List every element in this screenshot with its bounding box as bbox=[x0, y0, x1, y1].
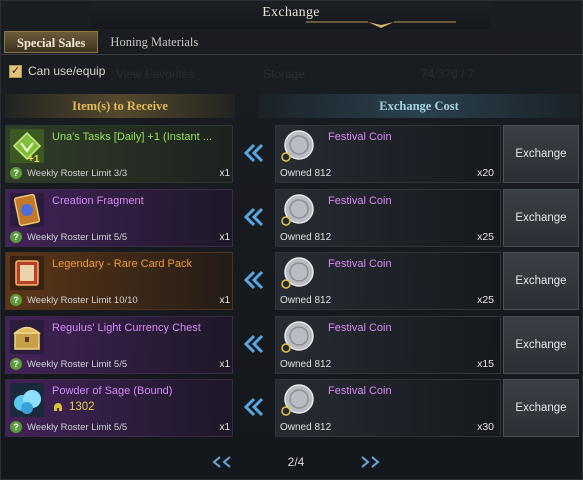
receive-panel: +1 Una's Tasks [Daily] +1 (Instant ... ?… bbox=[5, 125, 233, 183]
limit-row: ? Weekly Roster Limit 5/5 x1 bbox=[10, 231, 230, 243]
pagination: 2/4 bbox=[211, 450, 381, 474]
page-indicator: 2/4 bbox=[287, 455, 305, 469]
exchange-button[interactable]: Exchange bbox=[503, 189, 579, 247]
owned-count: Owned 812 bbox=[280, 295, 332, 306]
icon-badge: +1 bbox=[28, 154, 40, 163]
roster-limit: Weekly Roster Limit 10/10 bbox=[27, 294, 138, 306]
double-chevron-left-icon bbox=[243, 207, 264, 227]
item-name: Creation Fragment bbox=[52, 195, 144, 207]
exchange-row: Creation Fragment ? Weekly Roster Limit … bbox=[5, 189, 579, 247]
exchange-button[interactable]: Exchange bbox=[503, 316, 579, 374]
owned-count: Owned 812 bbox=[280, 422, 332, 433]
roster-limit: Weekly Roster Limit 3/3 bbox=[27, 167, 128, 179]
cost-quantity: x20 bbox=[477, 167, 494, 179]
limit-row: ? Weekly Roster Limit 3/3 x1 bbox=[10, 167, 230, 179]
checkmark-icon[interactable]: ✓ bbox=[9, 64, 22, 78]
cost-quantity: x30 bbox=[477, 421, 494, 433]
tab-bar: Special Sales Honing Materials bbox=[1, 31, 210, 53]
festival-coin-icon bbox=[281, 130, 314, 162]
double-chevron-left-icon bbox=[243, 334, 264, 354]
cost-quantity: x25 bbox=[477, 231, 494, 243]
owned-amount-value: 1302 bbox=[69, 401, 95, 413]
help-icon[interactable]: ? bbox=[10, 231, 22, 243]
item-name: Powder of Sage (Bound) bbox=[52, 385, 173, 397]
ghost-text: Storage bbox=[263, 67, 306, 81]
cost-panel: Festival Coin Owned 812 x25 bbox=[275, 252, 501, 310]
receive-quantity: x1 bbox=[219, 421, 230, 433]
help-icon[interactable]: ? bbox=[10, 358, 22, 370]
receive-quantity: x1 bbox=[219, 294, 230, 306]
festival-coin-icon bbox=[281, 321, 314, 353]
cost-quantity: x25 bbox=[477, 294, 494, 306]
owned-amount: 1302 bbox=[52, 401, 95, 413]
cost-item-name: Festival Coin bbox=[328, 131, 392, 143]
cost-panel: Festival Coin Owned 812 x20 bbox=[275, 125, 501, 183]
limit-row: ? Weekly Roster Limit 10/10 x1 bbox=[10, 294, 230, 306]
item-name: Regulus' Light Currency Chest bbox=[52, 322, 201, 334]
ghost-text: View Favorites bbox=[116, 67, 195, 81]
exchange-button[interactable]: Exchange bbox=[503, 125, 579, 183]
helmet-icon bbox=[54, 403, 62, 411]
owned-count: Owned 812 bbox=[280, 359, 332, 370]
can-use-filter[interactable]: ✓ Can use/equip bbox=[9, 64, 105, 78]
exchange-row: Legendary - Rare Card Pack ? Weekly Rost… bbox=[5, 252, 579, 310]
festival-coin-icon bbox=[281, 384, 314, 416]
exchange-button[interactable]: Exchange bbox=[503, 252, 579, 310]
card-pack-book-icon bbox=[10, 256, 44, 290]
receive-header: Item(s) to Receive bbox=[5, 94, 235, 118]
limit-row: ? Weekly Roster Limit 5/5 x1 bbox=[10, 421, 230, 433]
festival-coin-icon bbox=[281, 194, 314, 226]
limit-row: ? Weekly Roster Limit 5/5 x1 bbox=[10, 358, 230, 370]
exchange-window: View Favorites Storage 74/370 / 7 Exchan… bbox=[0, 0, 583, 480]
una-task-emblem-icon: +1 bbox=[10, 129, 44, 163]
cost-item-name: Festival Coin bbox=[328, 385, 392, 397]
owned-count: Owned 812 bbox=[280, 232, 332, 243]
cost-header: Exchange Cost bbox=[259, 94, 579, 118]
creation-fragment-card-icon bbox=[10, 193, 44, 227]
festival-coin-icon bbox=[281, 257, 314, 289]
exchange-row: Regulus' Light Currency Chest ? Weekly R… bbox=[5, 316, 579, 374]
tab-divider bbox=[1, 54, 583, 55]
title-bar: Exchange bbox=[91, 1, 491, 29]
owned-count: Owned 812 bbox=[280, 168, 332, 179]
receive-panel: Legendary - Rare Card Pack ? Weekly Rost… bbox=[5, 252, 233, 310]
double-chevron-left-icon bbox=[243, 143, 264, 163]
exchange-row: Powder of Sage (Bound) 1302 ? Weekly Ros… bbox=[5, 379, 579, 437]
help-icon[interactable]: ? bbox=[10, 167, 22, 179]
treasure-chest-icon bbox=[10, 320, 44, 354]
powder-of-sage-icon bbox=[10, 383, 44, 417]
double-chevron-left-icon bbox=[243, 270, 264, 290]
tab-special-sales[interactable]: Special Sales bbox=[4, 31, 99, 53]
double-chevron-left-icon bbox=[243, 397, 264, 417]
roster-limit: Weekly Roster Limit 5/5 bbox=[27, 358, 128, 370]
exchange-row: +1 Una's Tasks [Daily] +1 (Instant ... ?… bbox=[5, 125, 579, 183]
receive-panel: Creation Fragment ? Weekly Roster Limit … bbox=[5, 189, 233, 247]
item-name: Legendary - Rare Card Pack bbox=[52, 258, 193, 270]
exchange-button[interactable]: Exchange bbox=[503, 379, 579, 437]
receive-panel: Powder of Sage (Bound) 1302 ? Weekly Ros… bbox=[5, 379, 233, 437]
cost-quantity: x15 bbox=[477, 358, 494, 370]
cost-item-name: Festival Coin bbox=[328, 322, 392, 334]
cost-panel: Festival Coin Owned 812 x25 bbox=[275, 189, 501, 247]
help-icon[interactable]: ? bbox=[10, 421, 22, 433]
receive-quantity: x1 bbox=[219, 358, 230, 370]
receive-quantity: x1 bbox=[219, 167, 230, 179]
roster-limit: Weekly Roster Limit 5/5 bbox=[27, 231, 128, 243]
receive-panel: Regulus' Light Currency Chest ? Weekly R… bbox=[5, 316, 233, 374]
cost-panel: Festival Coin Owned 812 x15 bbox=[275, 316, 501, 374]
cost-item-name: Festival Coin bbox=[328, 195, 392, 207]
ghost-text: 74/370 / 7 bbox=[421, 67, 475, 81]
help-icon[interactable]: ? bbox=[10, 294, 22, 306]
first-page-icon[interactable] bbox=[211, 455, 237, 469]
can-use-label: Can use/equip bbox=[28, 64, 106, 78]
roster-limit: Weekly Roster Limit 5/5 bbox=[27, 421, 128, 433]
cost-item-name: Festival Coin bbox=[328, 258, 392, 270]
receive-quantity: x1 bbox=[219, 231, 230, 243]
tab-honing-materials[interactable]: Honing Materials bbox=[98, 31, 210, 53]
item-name: Una's Tasks [Daily] +1 (Instant ... bbox=[52, 131, 212, 143]
cost-panel: Festival Coin Owned 812 x30 bbox=[275, 379, 501, 437]
last-page-icon[interactable] bbox=[355, 455, 381, 469]
title-ornament-icon bbox=[306, 21, 456, 28]
